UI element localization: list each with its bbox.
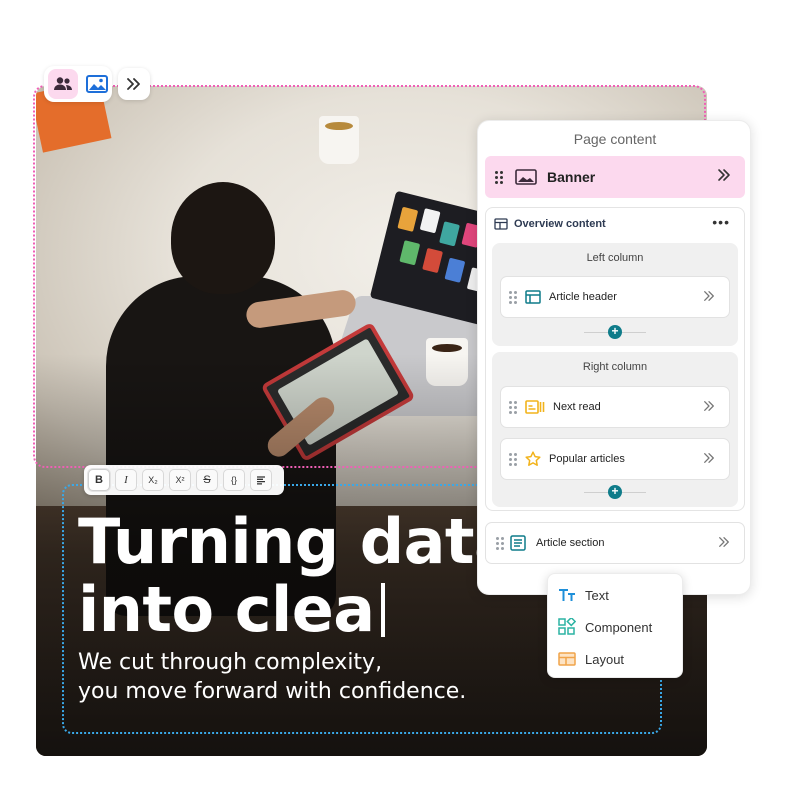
- more-options-icon[interactable]: •••: [712, 214, 730, 230]
- image-icon[interactable]: [82, 69, 112, 99]
- drag-handle-icon[interactable]: [509, 290, 517, 304]
- layout-icon: [558, 652, 576, 666]
- menu-item-label: Layout: [585, 651, 625, 667]
- item-label: Popular articles: [549, 453, 625, 465]
- item-label: Next read: [553, 401, 601, 413]
- menu-item-layout[interactable]: Layout: [558, 647, 624, 671]
- list-item[interactable]: Next read: [500, 386, 730, 428]
- article-header-icon: [525, 290, 541, 304]
- left-column: Left column Article header +: [492, 243, 738, 346]
- item-label: Article header: [549, 291, 617, 303]
- drag-handle-icon[interactable]: [509, 400, 517, 414]
- block-type-switcher: [44, 66, 112, 102]
- list-item[interactable]: Popular articles: [500, 438, 730, 480]
- article-section-label: Article section: [536, 537, 605, 549]
- menu-item-component[interactable]: Component: [558, 615, 652, 639]
- overview-content-block: Overview content ••• Left column Article…: [485, 207, 745, 511]
- double-chevron-right-icon[interactable]: [703, 452, 715, 464]
- add-item-button[interactable]: +: [608, 325, 622, 339]
- text-format-toolbar: B I X₂ X² S {}: [84, 465, 284, 495]
- overview-label: Overview content: [514, 218, 606, 230]
- overview-header: Overview content: [494, 218, 606, 230]
- double-chevron-right-icon[interactable]: [717, 168, 731, 182]
- double-chevron-right-icon[interactable]: [703, 400, 715, 412]
- align-icon: [257, 476, 265, 485]
- next-read-icon: [525, 400, 545, 414]
- drag-handle-icon[interactable]: [509, 452, 517, 466]
- users-icon[interactable]: [48, 69, 78, 99]
- page-content-panel: Page content Banner Overview content •••…: [477, 120, 751, 595]
- menu-item-text[interactable]: Text: [558, 583, 609, 607]
- text-caret: [380, 583, 385, 637]
- columns-layout-icon: [494, 218, 508, 230]
- superscript-button[interactable]: X²: [169, 469, 191, 491]
- code-button[interactable]: {}: [223, 469, 245, 491]
- star-icon: [525, 451, 541, 466]
- article-section-block[interactable]: Article section: [485, 522, 745, 564]
- insert-block-menu: Text Component Layout: [547, 573, 683, 678]
- double-chevron-right-icon[interactable]: [718, 536, 730, 548]
- panel-title: Page content: [573, 131, 657, 147]
- list-item[interactable]: Article header: [500, 276, 730, 318]
- text-icon: [559, 589, 575, 601]
- italic-button[interactable]: I: [115, 469, 137, 491]
- banner-block[interactable]: Banner: [485, 156, 745, 198]
- drag-handle-icon[interactable]: [496, 536, 504, 550]
- left-column-title: Left column: [586, 252, 644, 264]
- banner-label: Banner: [547, 169, 596, 185]
- article-section-icon: [510, 535, 526, 551]
- drag-handle-icon[interactable]: [495, 170, 503, 184]
- subline-line-2: you move forward with confidence.: [78, 679, 467, 704]
- double-chevron-right-icon[interactable]: [703, 290, 715, 302]
- menu-item-label: Text: [585, 587, 609, 603]
- subscript-button[interactable]: X₂: [142, 469, 164, 491]
- banner-image-icon: [515, 169, 537, 185]
- right-column: Right column Next read Popular articles …: [492, 352, 738, 507]
- align-button[interactable]: [250, 469, 272, 491]
- bold-button[interactable]: B: [88, 469, 110, 491]
- strikethrough-button[interactable]: S: [196, 469, 218, 491]
- expand-panel-button[interactable]: [118, 68, 150, 100]
- menu-item-label: Component: [585, 619, 653, 635]
- component-icon: [558, 618, 576, 635]
- right-column-title: Right column: [582, 361, 648, 373]
- double-chevron-right-icon: [127, 78, 140, 90]
- add-item-button[interactable]: +: [608, 485, 622, 499]
